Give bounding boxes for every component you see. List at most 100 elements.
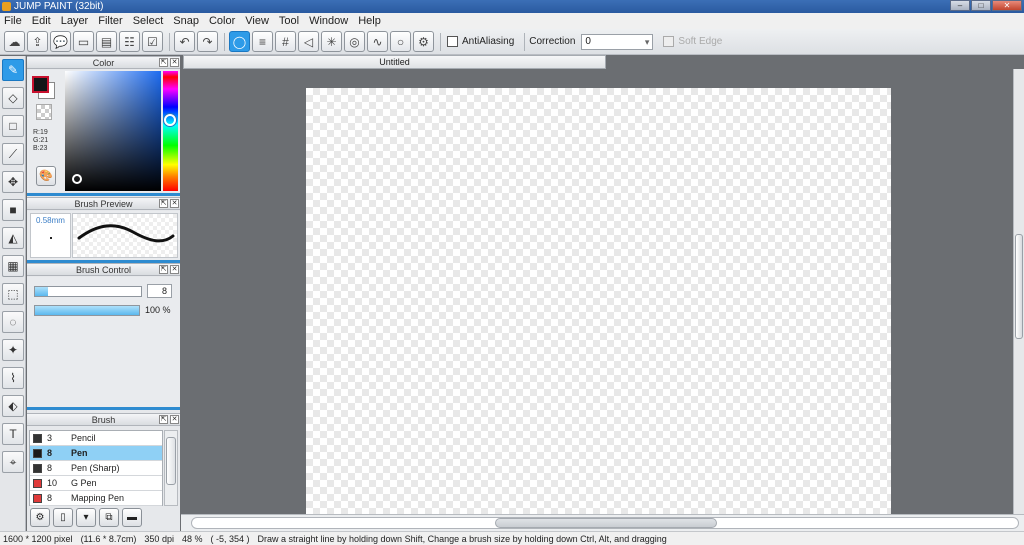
- export-icon[interactable]: ⇪: [27, 31, 48, 52]
- maximize-button[interactable]: □: [971, 0, 991, 11]
- undock-icon[interactable]: ⇱: [159, 199, 168, 208]
- status-zoom: 48 %: [181, 533, 203, 544]
- menu-filter[interactable]: Filter: [94, 13, 128, 29]
- hue-slider-handle[interactable]: [164, 114, 176, 126]
- gear-icon[interactable]: ⚙: [413, 31, 434, 52]
- rectangle-tool-icon[interactable]: □: [2, 115, 24, 137]
- checklist-icon[interactable]: ☑: [142, 31, 163, 52]
- radial-lines-icon[interactable]: ✳: [321, 31, 342, 52]
- saturation-value-picker[interactable]: [65, 71, 161, 191]
- layer-list-icon[interactable]: ☷: [119, 31, 140, 52]
- brush-size-fill: [35, 287, 48, 296]
- brush-item-pen[interactable]: 8 Pen: [30, 446, 162, 461]
- undo-icon[interactable]: ↶: [174, 31, 195, 52]
- gradient-tool-icon[interactable]: ▦: [2, 255, 24, 277]
- toolbar-separator: [224, 32, 225, 51]
- text-tool-icon[interactable]: T: [2, 423, 24, 445]
- cloud-icon[interactable]: ☁: [4, 31, 25, 52]
- perspective-icon[interactable]: ◁: [298, 31, 319, 52]
- brush-list-scrollbar[interactable]: [164, 430, 178, 506]
- select-eraser-icon[interactable]: ⬖: [2, 395, 24, 417]
- correction-select[interactable]: 0: [581, 33, 654, 50]
- brush-item-pencil[interactable]: 3 Pencil: [30, 431, 162, 446]
- brush-list-scroll-thumb[interactable]: [166, 437, 176, 485]
- brush-item-pen-sharp[interactable]: 8 Pen (Sharp): [30, 461, 162, 476]
- brush-color-chip: [33, 478, 42, 488]
- brush-item-g-pen[interactable]: 10 G Pen: [30, 476, 162, 491]
- brush-size-input[interactable]: 8: [147, 284, 172, 298]
- brush-color-chip: [33, 433, 42, 443]
- menu-help[interactable]: Help: [354, 13, 387, 29]
- curve-icon[interactable]: ∿: [367, 31, 388, 52]
- horizontal-scrollbar[interactable]: [181, 514, 1024, 531]
- close-icon[interactable]: ✕: [170, 199, 179, 208]
- close-window-button[interactable]: ✕: [992, 0, 1022, 11]
- horizontal-scroll-thumb[interactable]: [495, 518, 717, 528]
- vertical-scrollbar[interactable]: [1013, 69, 1024, 514]
- transparent-color-swatch[interactable]: [36, 104, 52, 120]
- undock-icon[interactable]: ⇱: [159, 58, 168, 67]
- vertical-scroll-thumb[interactable]: [1015, 234, 1023, 339]
- close-icon[interactable]: ✕: [170, 415, 179, 424]
- menu-color[interactable]: Color: [205, 13, 241, 29]
- speech-bubble-icon[interactable]: 💬: [50, 31, 71, 52]
- drawing-canvas[interactable]: [306, 88, 891, 514]
- menu-snap[interactable]: Snap: [169, 13, 205, 29]
- copy-brush-icon[interactable]: ⧉: [99, 508, 119, 527]
- menu-view[interactable]: View: [241, 13, 275, 29]
- brush-settings-icon[interactable]: ⚙: [30, 508, 50, 527]
- bucket-fill-icon[interactable]: ◭: [2, 227, 24, 249]
- move-tool-icon[interactable]: ✥: [2, 171, 24, 193]
- color-picker-cursor[interactable]: [72, 174, 82, 184]
- parallel-lines-icon[interactable]: ≡: [252, 31, 273, 52]
- magic-wand-icon[interactable]: ✦: [2, 339, 24, 361]
- redo-icon[interactable]: ↷: [197, 31, 218, 52]
- folder-icon[interactable]: ▬: [122, 508, 142, 527]
- brush-item-mapping-pen[interactable]: 8 Mapping Pen: [30, 491, 162, 506]
- undock-icon[interactable]: ⇱: [159, 415, 168, 424]
- menu-window[interactable]: Window: [305, 13, 354, 29]
- minimize-button[interactable]: –: [950, 0, 970, 11]
- brush-item-name: Pen (Sharp): [71, 463, 120, 473]
- concentric-circles-icon[interactable]: ◎: [344, 31, 365, 52]
- menu-file[interactable]: File: [0, 13, 28, 29]
- side-panels: Color ⇱ ✕ R:19 G:21 B:23 🎨 Brush Preview …: [27, 56, 180, 531]
- eyedropper-tool-icon[interactable]: ⌖: [2, 451, 24, 473]
- select-pen-icon[interactable]: ⌇: [2, 367, 24, 389]
- opacity-slider[interactable]: [34, 305, 140, 316]
- fill-shape-tool-icon[interactable]: ■: [2, 199, 24, 221]
- page-icon[interactable]: ▤: [96, 31, 117, 52]
- antialiasing-label: AntiAliasing: [462, 36, 515, 47]
- line-tool-icon[interactable]: ⟋: [2, 143, 24, 165]
- brush-item-name: Mapping Pen: [71, 493, 125, 503]
- red-value: R:19: [33, 129, 48, 136]
- undock-icon[interactable]: ⇱: [159, 265, 168, 274]
- brush-size-slider[interactable]: [34, 286, 142, 297]
- soft-edge-checkbox[interactable]: [663, 36, 675, 47]
- menu-edit[interactable]: Edit: [28, 13, 57, 29]
- snap-off-icon[interactable]: ◯: [229, 31, 250, 52]
- window-controls: – □ ✕: [950, 0, 1022, 11]
- grid-snap-icon[interactable]: #: [275, 31, 296, 52]
- close-icon[interactable]: ✕: [170, 58, 179, 67]
- eraser-tool-icon[interactable]: ◇: [2, 87, 24, 109]
- comment-icon[interactable]: ▭: [73, 31, 94, 52]
- document-tab[interactable]: Untitled: [183, 55, 606, 69]
- horizontal-scroll-track[interactable]: [191, 517, 1019, 529]
- menu-layer[interactable]: Layer: [57, 13, 95, 29]
- toolbar-separator: [524, 32, 526, 51]
- ellipse-icon[interactable]: ○: [390, 31, 411, 52]
- hue-slider[interactable]: [163, 71, 178, 191]
- palette-icon[interactable]: 🎨: [36, 166, 56, 186]
- lasso-select-icon[interactable]: ◌: [2, 311, 24, 333]
- brush-tool-icon[interactable]: ✎: [2, 59, 24, 81]
- menu-select[interactable]: Select: [129, 13, 170, 29]
- new-brush-icon[interactable]: ▯: [53, 508, 73, 527]
- antialiasing-checkbox[interactable]: [447, 36, 458, 47]
- close-icon[interactable]: ✕: [170, 265, 179, 274]
- toolbar-separator: [440, 32, 441, 51]
- foreground-color-swatch[interactable]: [32, 76, 49, 93]
- brush-menu-icon[interactable]: ▾: [76, 508, 96, 527]
- rect-select-icon[interactable]: ⬚: [2, 283, 24, 305]
- menu-tool[interactable]: Tool: [275, 13, 305, 29]
